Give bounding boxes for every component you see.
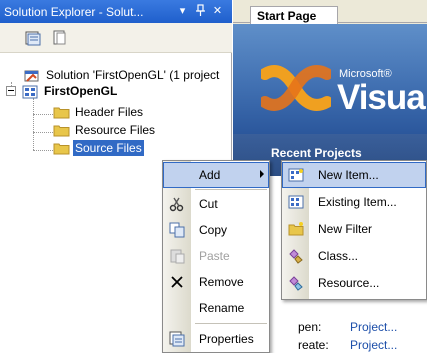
menu-item-label: Existing Item... (318, 195, 397, 209)
collapse-toggle-icon[interactable] (6, 86, 16, 96)
existing-item-icon (288, 194, 304, 210)
create-project-link[interactable]: Project... (350, 338, 397, 352)
tree-item-header-files[interactable]: Header Files (53, 103, 145, 121)
tree-line (33, 132, 53, 133)
tree-item-resource-files[interactable]: Resource Files (53, 121, 157, 139)
tree-line (33, 98, 34, 150)
paste-icon (169, 248, 185, 264)
panel-title: Solution Explorer - Solut... (4, 5, 144, 19)
folder-icon (53, 124, 70, 137)
menu-item-class[interactable]: Class... (282, 243, 426, 269)
show-all-files-icon[interactable] (51, 30, 68, 46)
menu-item-label: Resource... (318, 276, 380, 290)
folder-label: Resource Files (75, 123, 156, 137)
resource-icon (288, 275, 304, 291)
properties-icon[interactable] (25, 30, 42, 46)
menu-item-cut[interactable]: Cut (163, 191, 269, 217)
folder-label: Header Files (75, 105, 144, 119)
menu-item-remove[interactable]: Remove (163, 269, 269, 295)
close-icon[interactable]: ✕ (210, 4, 225, 19)
solution-label: Solution 'FirstOpenGL' (1 project (46, 68, 220, 82)
solution-explorer-toolbar (0, 23, 232, 53)
tree-item-project[interactable]: FirstOpenGL (6, 82, 119, 100)
menu-item-label: Paste (199, 249, 230, 263)
context-menu: Add Cut Copy Paste Remove Rename Propert… (162, 160, 270, 353)
menu-item-rename[interactable]: Rename (163, 295, 269, 321)
tree-line (33, 114, 53, 115)
remove-x-icon (169, 274, 185, 290)
menu-item-resource[interactable]: Resource... (282, 270, 426, 296)
product-name-text: Visua (337, 78, 426, 117)
new-filter-icon (288, 221, 304, 237)
menu-item-new-item[interactable]: New Item... (282, 162, 426, 188)
recent-projects-title: Recent Projects (271, 146, 362, 160)
project-icon (22, 85, 39, 99)
scissors-icon (169, 196, 185, 212)
class-icon (288, 248, 304, 264)
add-submenu: New Item... Existing Item... New Filter … (281, 160, 427, 300)
menu-item-label: Remove (199, 275, 244, 289)
create-label: reate: (298, 338, 329, 352)
menu-item-label: New Item... (318, 168, 379, 182)
project-label: FirstOpenGL (44, 84, 118, 98)
visual-studio-logo-icon (259, 64, 333, 115)
tab-start-page[interactable]: Start Page (250, 6, 338, 24)
tree-line (33, 150, 53, 151)
menu-item-label: Class... (318, 249, 359, 263)
folder-icon (53, 142, 70, 155)
folder-label: Source Files (73, 140, 144, 156)
open-project-link[interactable]: Project... (350, 320, 397, 334)
solution-icon (24, 69, 41, 82)
folder-icon (53, 106, 70, 119)
window-position-dropdown-icon[interactable]: ▾ (175, 4, 190, 19)
menu-item-add[interactable]: Add (163, 162, 269, 188)
submenu-arrow-icon (260, 170, 264, 178)
menu-item-label: Add (199, 168, 221, 182)
tree-item-source-files[interactable]: Source Files (53, 139, 144, 157)
menu-item-new-filter[interactable]: New Filter (282, 216, 426, 242)
new-item-icon (288, 167, 304, 183)
menu-separator (195, 189, 267, 190)
solution-explorer-titlebar[interactable]: Solution Explorer - Solut... ▾ ✕ (0, 0, 232, 23)
visual-studio-banner: Microsoft® Visua (233, 24, 427, 134)
properties-icon (169, 331, 185, 347)
document-tab-strip: Start Page (233, 0, 427, 24)
menu-item-copy[interactable]: Copy (163, 217, 269, 243)
copy-icon (169, 222, 185, 238)
open-label: pen: (298, 320, 322, 334)
menu-item-label: Copy (199, 223, 228, 237)
menu-item-properties[interactable]: Properties (163, 326, 269, 352)
menu-item-label: Cut (199, 197, 218, 211)
auto-hide-pin-icon[interactable] (193, 4, 208, 19)
menu-separator (195, 323, 267, 324)
menu-item-label: New Filter (318, 222, 373, 236)
menu-item-label: Rename (199, 301, 245, 315)
menu-item-label: Properties (199, 332, 254, 346)
menu-item-paste[interactable]: Paste (163, 243, 269, 269)
menu-item-existing-item[interactable]: Existing Item... (282, 189, 426, 215)
